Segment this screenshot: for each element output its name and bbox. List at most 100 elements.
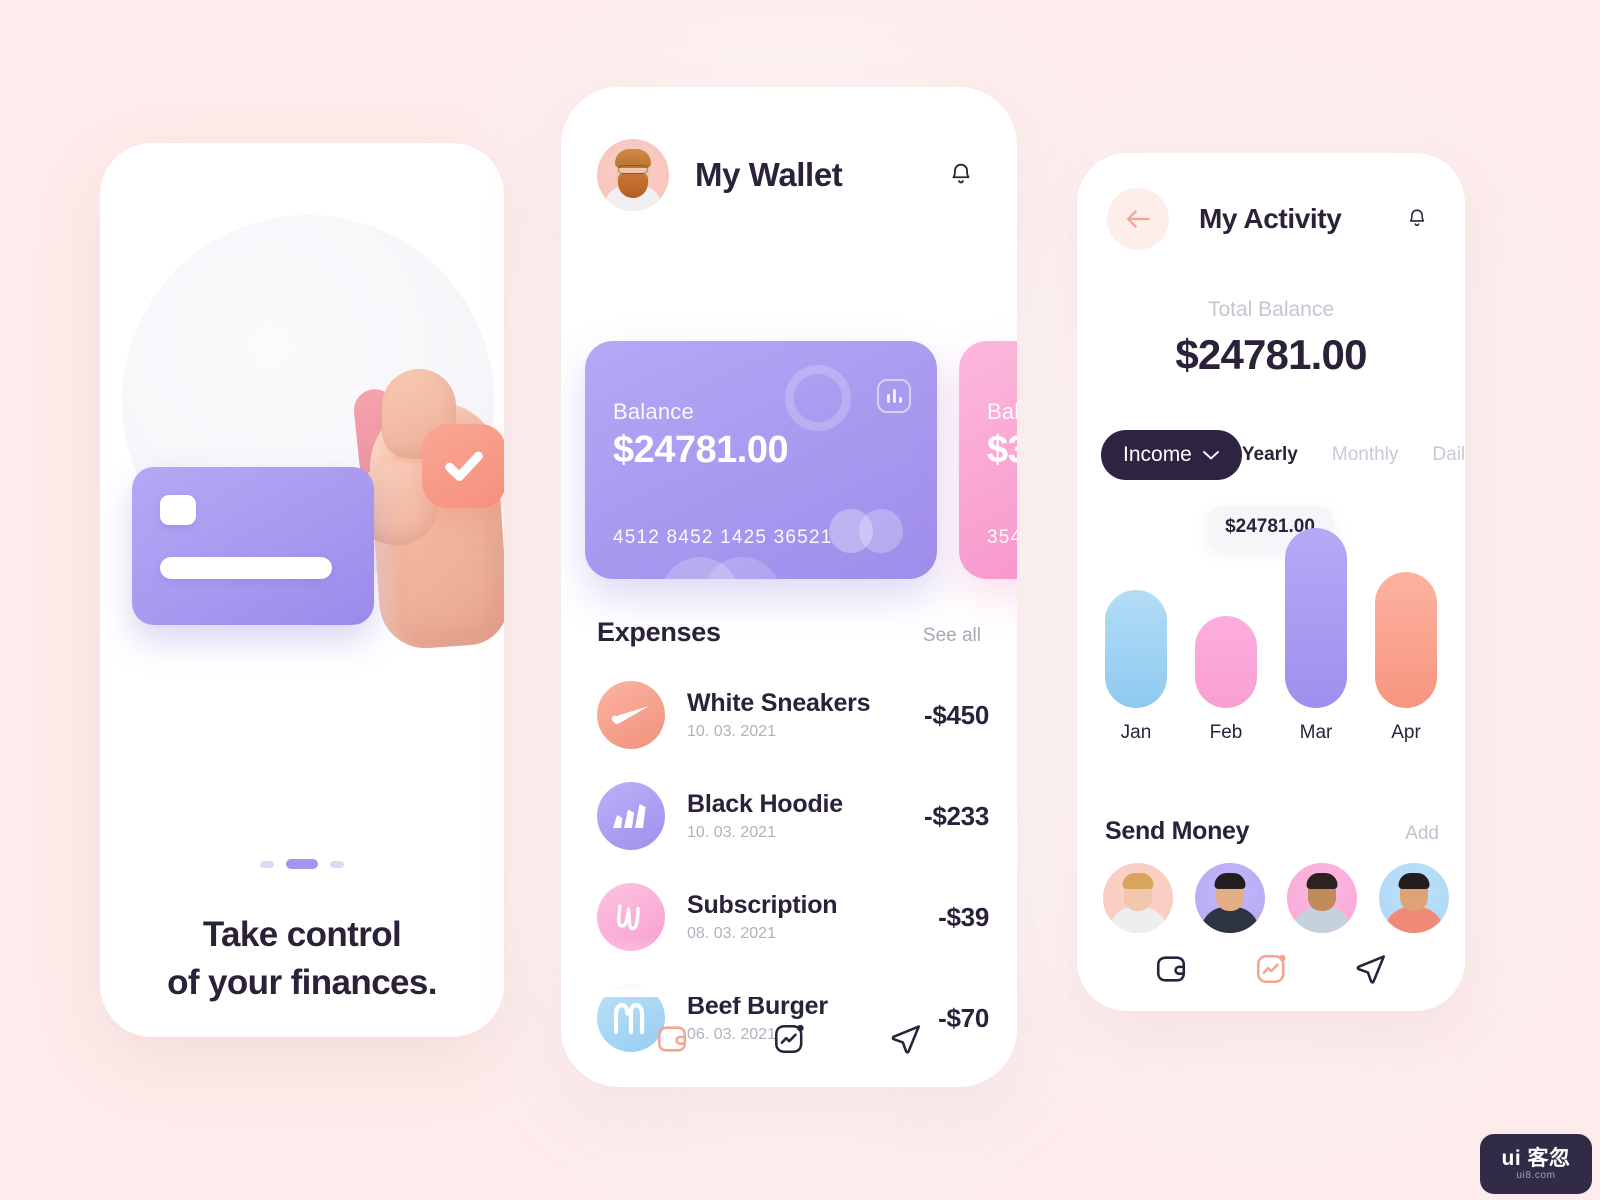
tab-send[interactable] — [1347, 945, 1395, 993]
onboarding-title-line-1: Take control — [202, 915, 402, 954]
bell-icon — [952, 163, 970, 183]
watermark-badge: ui 客忽 ui8.com — [1480, 1134, 1592, 1194]
bottom-tabbar — [561, 991, 1017, 1087]
wallet-header: My Wallet — [561, 87, 1017, 262]
chart-bar-jan[interactable] — [1105, 590, 1167, 708]
chart-bar-group-jan: Jan — [1103, 590, 1169, 744]
page-title: My Wallet — [695, 155, 843, 193]
list-item-amount: -$450 — [924, 699, 989, 730]
send-money-contacts — [1103, 863, 1449, 933]
mastercard-icon — [829, 509, 911, 553]
list-item-text: Subscription 08. 03. 2021 — [687, 891, 938, 943]
send-money-header: Send Money Add — [1105, 817, 1439, 846]
chart-label-jan: Jan — [1120, 722, 1152, 743]
list-item-date: 10. 03. 2021 — [687, 824, 776, 841]
chart-bar-group-feb: Feb — [1193, 616, 1259, 744]
chart-bar-apr[interactable] — [1375, 572, 1437, 708]
credit-card-3d-icon — [132, 467, 374, 625]
contact-3-hair — [1306, 873, 1338, 889]
balance-cards-carousel[interactable]: Balance $24781.00 4512 8452 1425 36521 B… — [561, 341, 1017, 589]
contact-1-hair — [1122, 873, 1154, 889]
total-balance-amount: $24781.00 — [1175, 331, 1367, 378]
send-icon — [1356, 955, 1386, 984]
card-number-2: 354 — [987, 527, 1017, 548]
script-u-icon — [597, 883, 665, 951]
card-balance-amount: $24781.00 — [613, 429, 789, 471]
contact-avatar-4[interactable] — [1379, 863, 1449, 933]
pager-dots[interactable] — [100, 859, 504, 869]
list-item-amount: -$39 — [938, 901, 989, 932]
contact-avatar-1[interactable] — [1103, 863, 1173, 933]
wallet-icon — [657, 1026, 686, 1052]
tab-wallet[interactable] — [648, 1015, 696, 1063]
wallet-icon — [1156, 956, 1186, 982]
income-bar-chart: $24781.00 Jan Feb Mar Apr — [1077, 498, 1465, 788]
see-all-link[interactable]: See all — [923, 625, 981, 647]
income-dropdown-label: Income — [1123, 443, 1192, 466]
card-balance-label: Balance — [613, 399, 694, 424]
onboarding-screen: Take control of your finances. — [100, 143, 504, 1037]
notifications-button[interactable] — [941, 155, 981, 195]
check-3d-icon — [422, 424, 504, 508]
card-bar-chart-button[interactable] — [877, 379, 911, 413]
tab-analytics[interactable] — [1247, 945, 1295, 993]
contact-avatar-2[interactable] — [1195, 863, 1265, 933]
bottom-tabbar — [1077, 927, 1465, 1011]
pager-dot-1[interactable] — [260, 860, 274, 868]
pager-dot-2[interactable] — [286, 859, 318, 869]
activity-filters: Income Yearly Monthly Daily — [1077, 430, 1465, 480]
tab-yearly[interactable]: Yearly — [1242, 444, 1298, 466]
page-title: My Activity — [1199, 203, 1342, 234]
send-money-title: Send Money — [1105, 817, 1250, 845]
tab-analytics[interactable] — [765, 1015, 813, 1063]
pager-dot-3[interactable] — [330, 860, 344, 868]
contact-2-hair — [1214, 873, 1246, 889]
tab-monthly[interactable]: Monthly — [1332, 444, 1399, 466]
list-item-date: 10. 03. 2021 — [687, 723, 776, 740]
notifications-button[interactable] — [1399, 201, 1435, 237]
card-blob-decoration — [661, 535, 781, 579]
onboarding-title-line-2: of your finances. — [167, 963, 437, 1003]
card-stripe-icon — [160, 557, 332, 579]
balance-card-primary[interactable]: Balance $24781.00 4512 8452 1425 36521 — [585, 341, 937, 579]
chart-bar-feb[interactable] — [1195, 616, 1257, 708]
analytics-icon — [1256, 954, 1286, 984]
list-item[interactable]: White Sneakers 10. 03. 2021 -$450 — [597, 673, 989, 757]
adidas-icon — [597, 782, 665, 850]
contact-avatar-3[interactable] — [1287, 863, 1357, 933]
back-button[interactable] — [1107, 188, 1169, 250]
avatar-glasses — [618, 164, 648, 174]
list-item-text: White Sneakers 10. 03. 2021 — [687, 689, 924, 741]
chart-bar-mar[interactable] — [1285, 528, 1347, 708]
arrow-left-icon — [1126, 210, 1150, 228]
tab-daily[interactable]: Daily — [1432, 444, 1465, 466]
chart-bar-group-mar: Mar — [1283, 528, 1349, 744]
list-item-date: 08. 03. 2021 — [687, 925, 776, 942]
add-contact-link[interactable]: Add — [1405, 823, 1439, 845]
send-icon — [892, 1025, 921, 1054]
list-item-text: Black Hoodie 10. 03. 2021 — [687, 790, 924, 842]
balance-card-secondary[interactable]: Bal $3 354 — [959, 341, 1017, 579]
tab-wallet[interactable] — [1147, 945, 1195, 993]
expenses-header: Expenses See all — [597, 617, 981, 648]
wallet-screen: My Wallet Balance $24781.00 4512 8452 14… — [561, 87, 1017, 1087]
bell-icon — [1409, 209, 1425, 227]
list-item[interactable]: Subscription 08. 03. 2021 -$39 — [597, 875, 989, 959]
list-item-amount: -$233 — [924, 800, 989, 831]
income-dropdown[interactable]: Income — [1101, 430, 1242, 480]
ring-decoration-icon — [785, 365, 851, 431]
chart-label-apr: Apr — [1391, 722, 1421, 743]
nike-icon — [597, 681, 665, 749]
tab-send[interactable] — [882, 1015, 930, 1063]
onboarding-illustration — [100, 143, 504, 673]
watermark-title: ui 客忽 — [1501, 1146, 1571, 1170]
contact-4-hair — [1398, 873, 1430, 889]
chevron-down-icon — [1202, 451, 1219, 460]
analytics-icon — [774, 1024, 804, 1054]
card-balance-label-2: Bal — [987, 399, 1017, 424]
list-item[interactable]: Black Hoodie 10. 03. 2021 -$233 — [597, 774, 989, 858]
chart-label-feb: Feb — [1209, 722, 1243, 743]
list-item-title: Subscription — [687, 891, 838, 919]
watermark-url: ui8.com — [1516, 1169, 1556, 1181]
avatar[interactable] — [597, 138, 669, 211]
